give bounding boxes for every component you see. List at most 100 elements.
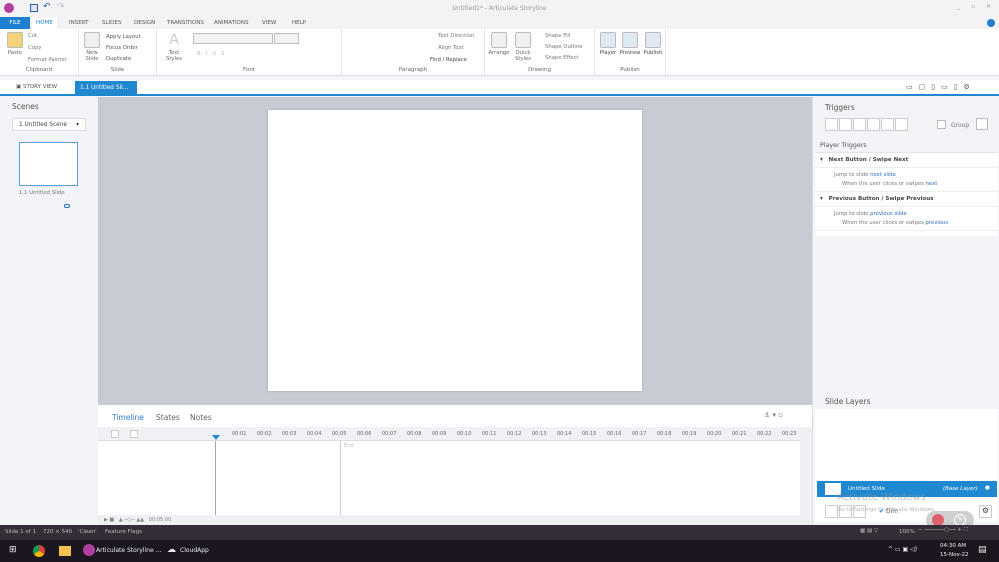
close-button[interactable]: ✕ [986,3,991,10]
device-preview-icons[interactable]: ▭▢▯▭▯⚙ [906,83,976,91]
focus-order-button[interactable]: Focus Order [106,45,138,51]
slide-tab[interactable]: 1.1 Untitled Sli... [75,81,137,96]
paragraph-group: Text Direction Align Text Find / Replace… [342,29,485,75]
new-slide-button[interactable]: New Slide [82,32,102,62]
tab-help[interactable]: HELP [288,17,310,29]
maximize-button[interactable]: ▫ [971,3,975,10]
trigger-condition[interactable]: When the user clicks or swipes next [815,178,998,192]
trigger-condition[interactable]: When the user clicks or swipes previous [815,217,998,231]
cut-button[interactable]: Cut [28,33,37,39]
find-replace-button[interactable]: Find / Replace [430,57,467,63]
lock-icon[interactable] [130,430,138,438]
trigger-item[interactable]: ▾ Next Button / Swipe Next [815,153,998,168]
view-mode-icons[interactable]: ▦ ▤ ▽ [860,528,878,534]
shape-effect-button[interactable]: Shape Effect [545,55,579,61]
tab-timeline[interactable]: Timeline [112,413,144,422]
font-family-select[interactable] [193,33,273,44]
tab-transitions[interactable]: TRANSITIONS [163,17,208,29]
text-styles-button[interactable]: A Text Styles [160,32,188,62]
file-explorer-icon[interactable] [59,546,71,556]
move-trigger-icon[interactable] [895,118,908,131]
story-view-tab[interactable]: ▣ STORY VIEW [16,84,57,90]
tab-slides[interactable]: SLIDES [98,17,125,29]
scene-select[interactable]: 1 Untitled Scene ▾ [12,118,86,131]
trigger-condition-link[interactable]: next [926,181,938,187]
preview-button[interactable]: Preview [619,32,641,56]
title-bar: ↶ ↷ Untitled1* - Articulate Storyline _ … [0,0,999,17]
tab-design[interactable]: DESIGN [130,17,159,29]
align-text-button[interactable]: Align Text [438,45,464,51]
eye-icon[interactable]: ● [985,485,990,491]
slide-thumbnail[interactable] [19,142,78,186]
timeline-tick: 00:11 [482,431,497,437]
tab-animations[interactable]: ANIMATIONS [210,17,253,29]
slide-group-label: Slide [110,67,125,73]
playhead[interactable] [212,435,220,440]
clock-date[interactable]: 15-Nov-22 [940,552,969,558]
trigger-item[interactable]: ▾ Previous Button / Swipe Previous [815,192,998,207]
timeline-duration: 00:05.00 [148,517,172,523]
apply-layout-button[interactable]: Apply Layout [106,34,141,40]
publish-button[interactable]: Publish [642,32,664,56]
taskbar-app-storyline[interactable]: Articulate Storyline ... [96,547,161,554]
text-direction-button[interactable]: Text Direction [438,33,474,39]
trigger-panel-icon[interactable] [976,118,988,130]
minimize-button[interactable]: _ [957,3,960,10]
tab-file[interactable]: FILE [0,17,30,29]
preview-icon [622,32,638,48]
font-size-select[interactable] [274,33,299,44]
duplicate-button[interactable]: Duplicate [106,56,131,62]
paste-button[interactable]: Paste [5,32,25,56]
timeline-panel: Timeline States Notes 00:01 00:02 00:03 00:… [98,405,812,525]
trigger-action[interactable]: Jump to slide next slide [815,168,998,178]
windows-start-icon[interactable]: ⊞ [9,545,17,555]
timeline-options-icon[interactable]: ⚓ ▾ ▫ [764,411,783,419]
trigger-target-link[interactable]: previous slide [870,211,907,217]
taskbar-app-cloudapp[interactable]: CloudApp [180,547,209,554]
trigger-condition-link[interactable]: previous [926,220,949,226]
dim-checkbox[interactable]: ✔ Dim [879,508,898,515]
arrange-button[interactable]: Arrange [488,32,510,56]
feature-flags[interactable]: Feature Flags [105,529,142,535]
tab-view[interactable]: VIEW [258,17,280,29]
end-line[interactable] [340,441,341,515]
shape-outline-button[interactable]: Shape Outline [545,44,582,50]
quick-styles-button[interactable]: Quick Styles [512,32,534,62]
trigger-target-link[interactable]: next slide [870,172,896,178]
font-format-buttons[interactable]: BIUS [197,51,229,57]
timeline-tick: 00:05 [332,431,347,437]
slide-canvas[interactable] [268,110,642,391]
eye-icon[interactable] [111,430,119,438]
arrange-label: Arrange [488,50,510,56]
timeline-tick: 00:23 [782,431,797,437]
tab-states[interactable]: States [156,413,180,422]
quick-styles-label: Quick Styles [514,50,532,62]
copy-button[interactable]: Copy [28,45,41,51]
tab-notes[interactable]: Notes [190,413,212,422]
tab-home[interactable]: HOME [32,17,57,29]
new-trigger-icon[interactable] [825,118,838,131]
edit-trigger-icon[interactable] [839,118,852,131]
trigger-action[interactable]: Jump to slide previous slide [815,207,998,217]
shape-fill-button[interactable]: Shape Fill [545,33,570,39]
system-tray-icons[interactable]: ^ ▭ ▣ ◁) [888,546,917,553]
notification-icon[interactable]: ▤ [978,545,987,555]
group-checkbox[interactable] [937,120,946,129]
timeline-tick: 00:01 [232,431,247,437]
font-group: A Text Styles BIUS Font [157,29,342,75]
paste-trigger-icon[interactable] [867,118,880,131]
help-icon[interactable] [987,19,995,27]
format-painter-button[interactable]: Format Painter [28,57,67,63]
trigger-condition-text: When the user clicks or swipes [842,181,924,187]
zoom-slider[interactable]: − ──────○── + ⛶ [918,527,968,534]
timeline-scrollbar[interactable] [800,427,812,515]
text-styles-icon: A [169,32,179,48]
copy-trigger-icon[interactable] [853,118,866,131]
delete-trigger-icon[interactable] [881,118,894,131]
layer-settings-icon[interactable]: ⚙ [979,505,992,518]
player-button[interactable]: Player [598,32,618,56]
clock-time[interactable]: 04:30 AM [940,543,966,549]
trigger-name: Previous Button / Swipe Previous [828,196,934,202]
chrome-icon[interactable] [33,545,45,557]
tab-insert[interactable]: INSERT [65,17,92,29]
